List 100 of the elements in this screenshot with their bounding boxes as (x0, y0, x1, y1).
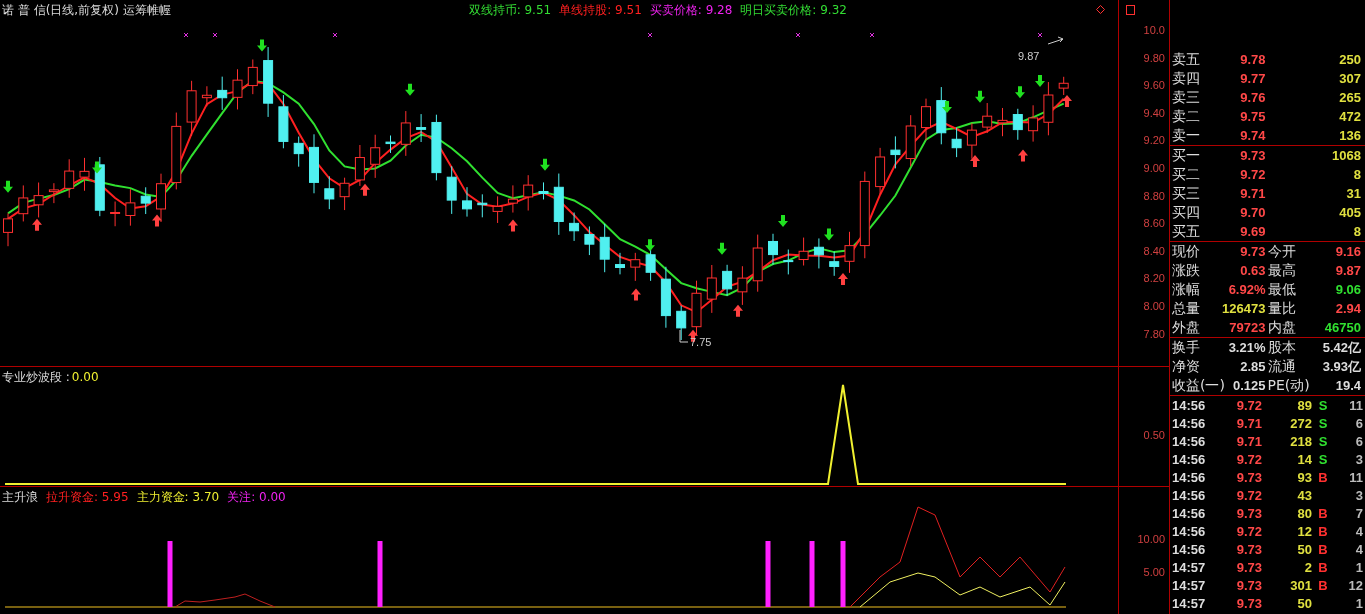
quote-value: 9.87 (1335, 263, 1361, 278)
candlestick (186, 80, 197, 137)
cross-marker-icon (647, 32, 653, 38)
trade-price: 9.72 (1235, 397, 1262, 413)
bid-volume: 405 (1339, 205, 1361, 220)
trade-volume: 301 (1289, 577, 1312, 593)
candlestick (201, 85, 212, 107)
candlestick (936, 86, 947, 145)
up-arrow-icon (360, 183, 370, 196)
candlestick (951, 127, 962, 158)
candlestick (33, 182, 44, 218)
quote-value: 9.16 (1335, 244, 1361, 259)
candlestick (768, 233, 778, 266)
quote-label: 涨幅 (1172, 280, 1200, 299)
stat-label: 流通 (1267, 357, 1296, 376)
down-arrow-icon (778, 215, 788, 228)
trade-volume: 14 (1296, 451, 1312, 467)
trade-volume: 218 (1289, 433, 1312, 449)
candlestick (309, 133, 319, 194)
stat-label: 换手 (1172, 338, 1200, 357)
ask-volume: 136 (1339, 128, 1361, 143)
trade-count: 1 (1354, 559, 1363, 575)
trade-time: 14:56 (1172, 541, 1207, 557)
candlestick (370, 134, 381, 179)
down-arrow-icon (92, 161, 102, 174)
candlestick (3, 212, 13, 247)
down-arrow-icon (975, 90, 985, 103)
quote-label: 现价 (1172, 242, 1200, 261)
candlestick (400, 110, 411, 157)
price-axis-label: 8.20 (1143, 272, 1165, 285)
quote-label: 量比 (1267, 299, 1296, 318)
candlestick (79, 157, 90, 192)
indicator-legend: 拉升资金: 5.95 (46, 489, 129, 507)
cross-marker-icon (332, 32, 338, 38)
candlestick (798, 237, 809, 266)
stat-label: 收益(一) (1172, 376, 1225, 395)
indicator-axis-label: 5.00 (1143, 566, 1165, 579)
candlestick (722, 264, 733, 297)
trade-price: 9.73 (1235, 541, 1262, 557)
indicator-legend: 单线持股: 9.51 (559, 2, 642, 19)
trade-price: 9.73 (1235, 505, 1262, 521)
bid-level-label: 买三 (1172, 184, 1200, 203)
candlestick (553, 173, 564, 236)
square-icon[interactable] (1126, 5, 1135, 15)
candlestick (263, 46, 274, 118)
candlestick (247, 58, 258, 95)
candlestick (630, 252, 641, 282)
quote-value: 0.63 (1240, 263, 1266, 278)
candlestick (997, 107, 1008, 137)
trade-count: 6 (1354, 433, 1363, 449)
quote-value: 2.94 (1335, 301, 1361, 316)
candlestick (140, 186, 151, 215)
up-arrow-icon (733, 304, 743, 317)
ask-price: 9.77 (1240, 71, 1266, 86)
trade-count: 12 (1347, 577, 1363, 593)
bid-price: 9.71 (1240, 186, 1266, 201)
trade-count: 11 (1348, 469, 1363, 485)
high-price-label: 9.87 (1018, 50, 1040, 62)
indicator-legend: 明日买卖价格: 9.32 (740, 2, 847, 19)
candlestick (293, 136, 304, 168)
quote-label: 最高 (1267, 261, 1296, 280)
candlestick (569, 212, 580, 242)
candlestick (492, 195, 503, 224)
candlestick (660, 266, 671, 329)
candlestick (599, 223, 610, 273)
indicator-legend: 关注: 0.00 (227, 489, 286, 507)
quote-label: 最低 (1267, 280, 1296, 299)
signal-bar (809, 541, 815, 608)
indicator-axis-label: 10.00 (1137, 533, 1165, 546)
ask-level-label: 卖五 (1172, 50, 1200, 69)
price-axis-label: 9.60 (1143, 79, 1165, 92)
candlestick (783, 249, 794, 275)
candlestick (339, 177, 350, 211)
candlestick (615, 252, 625, 275)
candlestick (462, 186, 472, 218)
down-arrow-icon (717, 242, 727, 255)
stat-value: 3.21% (1228, 340, 1266, 355)
bid-volume: 31 (1346, 186, 1361, 201)
diamond-icon[interactable] (1096, 5, 1105, 14)
trade-volume: 2 (1303, 559, 1312, 575)
candlestick (752, 234, 763, 293)
cross-marker-icon (1037, 32, 1043, 38)
candlestick (737, 265, 748, 306)
indicator-name: 主升浪 (2, 489, 38, 507)
cross-marker-icon (795, 32, 801, 38)
down-arrow-icon (1035, 75, 1045, 88)
stat-label: 净资 (1172, 357, 1200, 376)
trade-volume: 272 (1289, 415, 1312, 431)
quote-value: 126473 (1222, 301, 1266, 316)
ask-price: 9.78 (1240, 52, 1266, 67)
leader-line (1047, 36, 1064, 45)
down-arrow-icon (942, 101, 952, 114)
stat-label: 股本 (1267, 338, 1296, 357)
up-arrow-icon (631, 288, 641, 301)
trade-volume: 12 (1296, 523, 1312, 539)
trade-count: 6 (1354, 415, 1363, 431)
bid-price: 9.73 (1240, 148, 1266, 163)
down-arrow-icon (257, 39, 267, 52)
candlestick (217, 76, 228, 111)
candlestick (125, 188, 136, 227)
